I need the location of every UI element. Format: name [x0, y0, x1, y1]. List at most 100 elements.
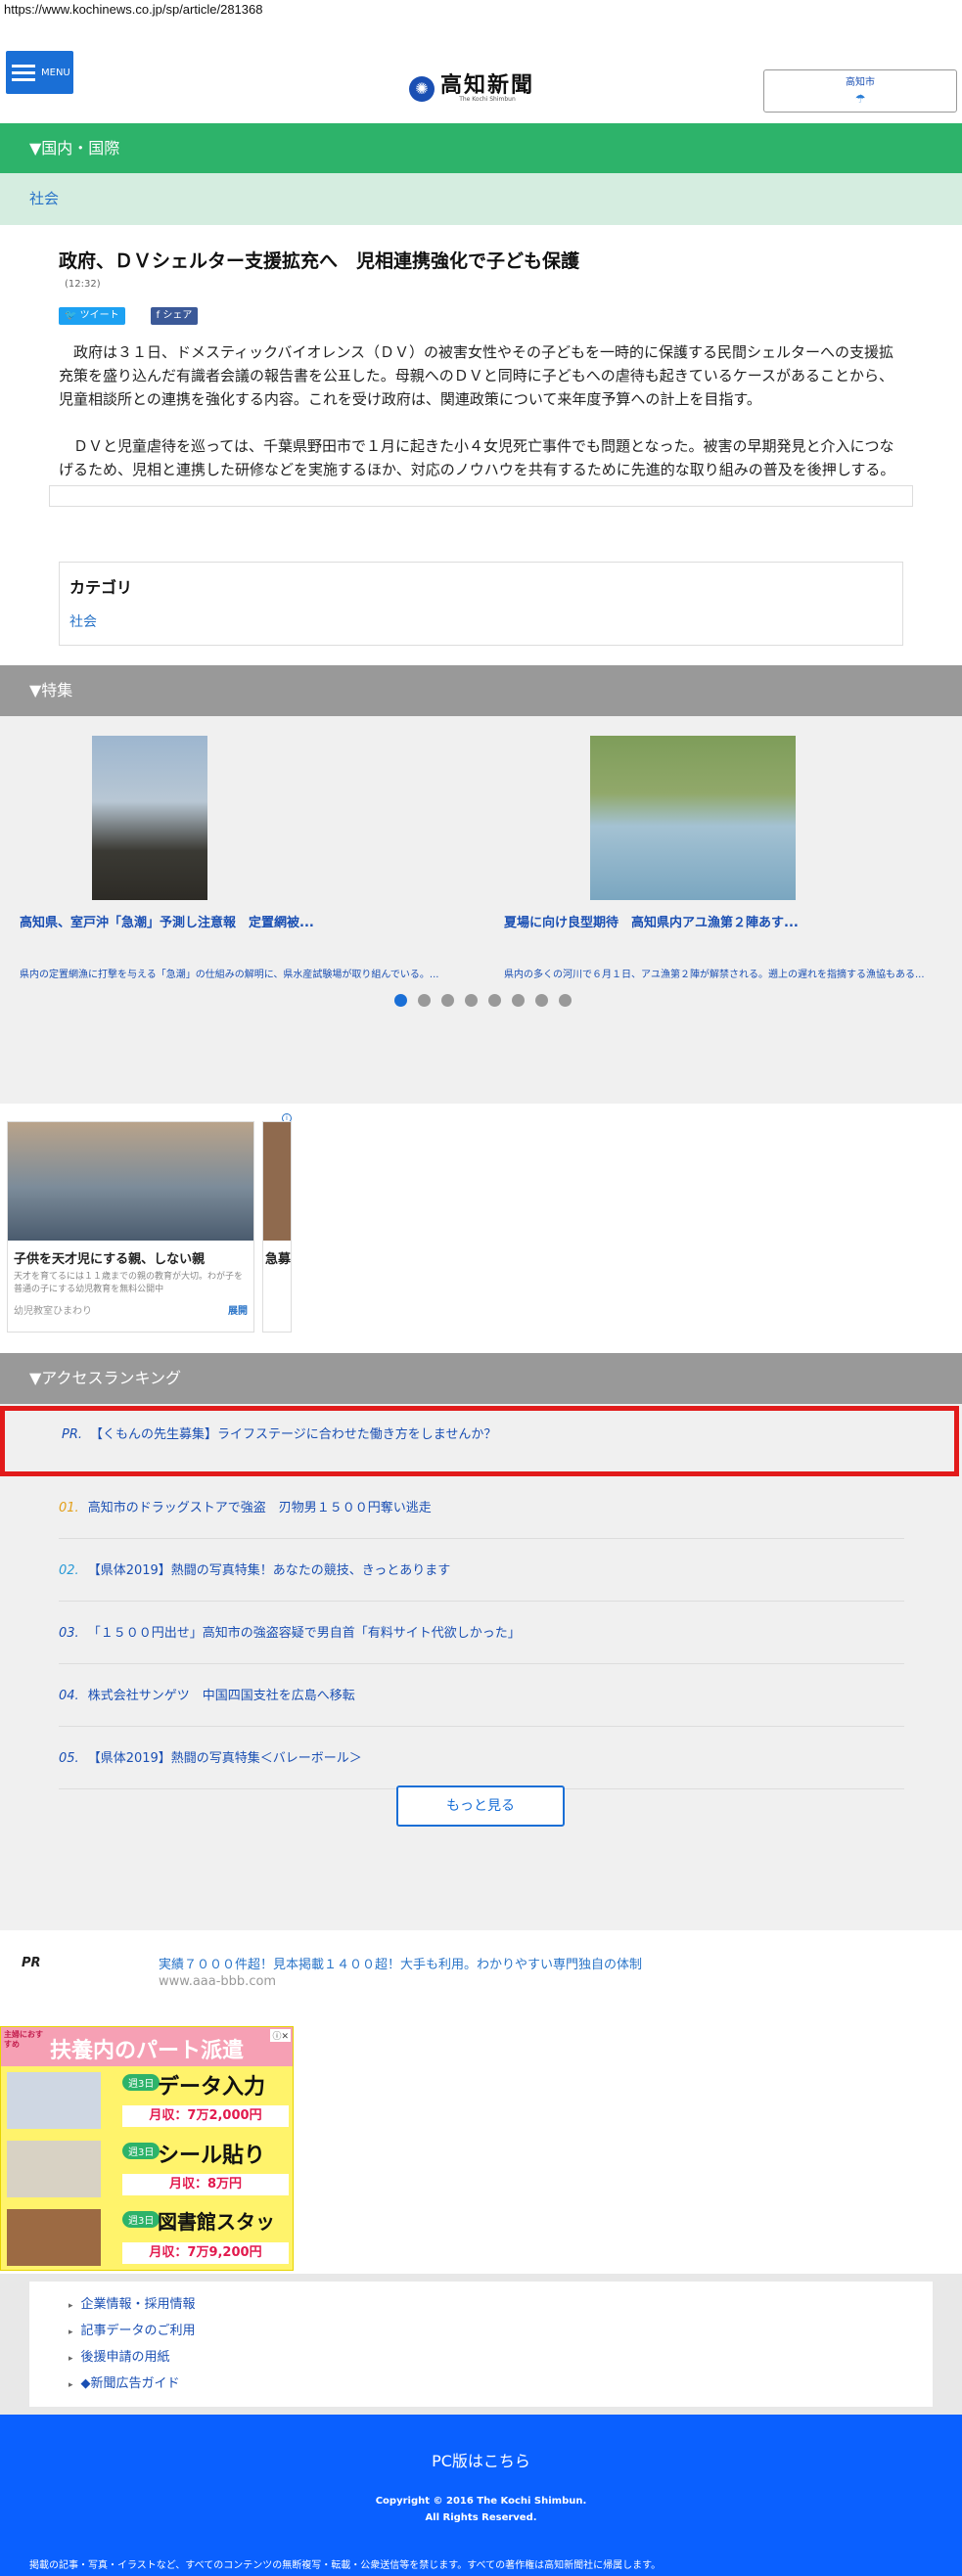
ranking-section: PR. 【くもんの先生募集】ライフステージに合わせた働き方をしませんか？ 01. 高…: [0, 1404, 962, 1930]
pr-ranking-item[interactable]: PR. 【くもんの先生募集】ライフステージに合わせた働き方をしませんか？: [0, 1406, 959, 1476]
site-logo[interactable]: ✺ 高知新聞 The Kochi Shimbun: [409, 74, 534, 103]
text-ad-pr: PR: [22, 1956, 41, 1970]
ranking-number: 02.: [59, 1563, 79, 1578]
banner-headline: 扶養内のパート派遣: [50, 2039, 245, 2063]
ranking-title: 高知市のドラッグストアで強盗 刃物男１５００円奪い逃走: [87, 1501, 432, 1515]
facebook-share-button[interactable]: f シェア: [150, 307, 199, 325]
article-title: 政府、ＤＶシェルター支援拡充へ 児相連携強化で子ども保護: [59, 250, 580, 272]
ad-source: 幼児教室ひまわり: [14, 1306, 92, 1317]
carousel-dot[interactable]: [512, 994, 525, 1007]
pc-version-link[interactable]: PC版はこちら: [0, 2448, 962, 2471]
twitter-icon: 🐦: [65, 310, 77, 321]
ranking-item[interactable]: 01. 高知市のドラッグストアで強盗 刃物男１５００円奪い逃走: [59, 1476, 904, 1539]
feature-title: 夏場に向け良型期待 高知県内アユ漁第２陣あす...: [504, 916, 799, 930]
share-buttons: 🐦 ツイート f シェア: [59, 307, 903, 325]
menu-label: MENU: [41, 67, 70, 78]
carousel-dot[interactable]: [418, 994, 431, 1007]
banner-job: 週3日 図書館スタッフ 月収：7万9,200円: [1, 2203, 293, 2272]
job-tag: 週3日: [122, 2211, 160, 2228]
ranking-title: 【県体2019】熱闘の写真特集＜バレーボール＞: [87, 1751, 362, 1766]
carousel-dot[interactable]: [394, 994, 407, 1007]
copyright-line: Copyright © 2016 The Kochi Shimbun.: [375, 2496, 587, 2507]
text-ad-title[interactable]: 実績７０００件超！見本掲載１４００超！大手も利用。わかりやすい専門独自の体制: [159, 1954, 642, 1972]
carousel-dot[interactable]: [535, 994, 548, 1007]
footer-link[interactable]: 企業情報・採用情報: [69, 2291, 893, 2318]
job-pay: 月収：7万2,000円: [122, 2105, 289, 2127]
article-paragraph: ＤＶと児童虐待を巡っては、千葉県野田市で１月に起きた小４女児死亡事件でも問題とな…: [59, 437, 895, 478]
more-button[interactable]: もっと見る: [396, 1785, 565, 1827]
tweet-label: ツイート: [79, 310, 119, 321]
native-ad-area: i 子供を天才児にする親、しない親 天才を育てるには１１歳までの親の教育が大切。…: [0, 1104, 962, 1353]
logo-emblem-icon: ✺: [409, 75, 435, 102]
article-time: (12:32): [65, 279, 101, 290]
weather-city: 高知市: [846, 77, 875, 88]
carousel-dot[interactable]: [488, 994, 501, 1007]
ranking-item[interactable]: 05. 【県体2019】熱闘の写真特集＜バレーボール＞: [59, 1727, 904, 1789]
ranking-list: 01. 高知市のドラッグストアで強盗 刃物男１５００円奪い逃走 02. 【県体2019…: [59, 1476, 904, 1789]
footer-link[interactable]: 後援申請の用紙: [69, 2344, 893, 2371]
banner-job: 週3日 シール貼り 月収：8万円: [1, 2135, 293, 2203]
feature-title: 高知県、室戸沖「急潮」予測し注意報 定置網被...: [20, 916, 314, 930]
tweet-button[interactable]: 🐦 ツイート: [59, 307, 125, 325]
ranking-item[interactable]: 02. 【県体2019】熱闘の写真特集！あなたの競技、きっとあります: [59, 1539, 904, 1602]
facebook-icon: f: [156, 310, 160, 321]
banner-ad[interactable]: 主婦におすすめ 扶養内のパート派遣 ⓘ✕ 週3日 データ入力 月収：7万2,00…: [0, 2026, 962, 2274]
native-ad-card[interactable]: 急募: [262, 1121, 292, 1333]
carousel-dot[interactable]: [559, 994, 572, 1007]
article: 政府、ＤＶシェルター支援拡充へ 児相連携強化で子ども保護 (12:32) 🐦 ツ…: [0, 247, 962, 481]
feature-card[interactable]: 高知県、室戸沖「急潮」予測し注意報 定置網被... 県内の定置網漁に打撃を与える…: [20, 716, 450, 983]
job-name: シール貼り: [158, 2144, 266, 2168]
url-bar: https://www.kochinews.co.jp/sp/article/2…: [4, 2, 263, 17]
pr-tag: PR.: [62, 1427, 83, 1442]
site-header: MENU ✺ 高知新聞 The Kochi Shimbun 高知市 ☂: [0, 20, 962, 113]
section-header[interactable]: ▼国内・国際: [0, 123, 962, 173]
carousel-dot[interactable]: [465, 994, 478, 1007]
ad-image: [8, 1122, 253, 1241]
copyright-notice: 掲載の記事・写真・イラストなど、すべてのコンテンツの無断複写・転載・公衆送信等を…: [29, 2560, 662, 2571]
weather-widget[interactable]: 高知市 ☂: [763, 69, 957, 113]
menu-button[interactable]: MENU: [6, 51, 73, 94]
feature-card[interactable]: 夏場に向け良型期待 高知県内アユ漁第２陣あす... 県内の多くの河川で６月１日、…: [504, 716, 935, 983]
ad-slot: [49, 485, 913, 507]
logo-text: 高知新聞: [440, 72, 535, 98]
ranking-title: 「１５００円出せ」高知市の強盗容疑で男自首「有料サイト代欲しかった」: [87, 1626, 521, 1641]
feature-image: [590, 736, 796, 900]
ad-image: [263, 1122, 291, 1241]
features-carousel: 高知県、室戸沖「急潮」予測し注意報 定置網被... 県内の定置網漁に打撃を与える…: [0, 716, 962, 1104]
ranking-title: 【県体2019】熱闘の写真特集！あなたの競技、きっとあります: [87, 1563, 451, 1578]
ranking-title: 株式会社サンゲツ 中国四国支社を広島へ移転: [87, 1689, 355, 1703]
subsection-link[interactable]: 社会: [0, 173, 962, 225]
ad-title: 子供を天才児にする親、しない親: [14, 1252, 206, 1267]
native-ad-card[interactable]: 子供を天才児にする親、しない親 天才を育てるには１１歳までの親の教育が大切。わが…: [7, 1121, 254, 1333]
ranking-header: ▼アクセスランキング: [0, 1353, 962, 1404]
carousel-dot[interactable]: [441, 994, 454, 1007]
ranking-number: 03.: [59, 1626, 79, 1641]
rights-line: All Rights Reserved.: [425, 2512, 537, 2523]
ranking-item[interactable]: 04. 株式会社サンゲツ 中国四国支社を広島へ移転: [59, 1664, 904, 1727]
banner-small-text: 主婦におすすめ: [4, 2030, 43, 2049]
share-label: シェア: [162, 310, 193, 321]
ranking-item[interactable]: 03. 「１５００円出せ」高知市の強盗容疑で男自首「有料サイト代欲しかった」: [59, 1602, 904, 1664]
ad-expand-link[interactable]: 展開: [228, 1302, 248, 1317]
category-heading: カテゴリ: [69, 578, 133, 597]
ad-desc: 天才を育てるには１１歳までの親の教育が大切。わが子を普通の子にする幼児教育を無料…: [14, 1272, 244, 1294]
ranking-number: 01.: [59, 1501, 79, 1515]
footer-link[interactable]: 記事データのご利用: [69, 2318, 893, 2344]
text-ad-url: www.aaa-bbb.com: [159, 1974, 277, 1989]
pr-text: 【くもんの先生募集】ライフステージに合わせた働き方をしませんか？: [90, 1427, 497, 1442]
footer-links: 企業情報・採用情報 記事データのご利用 後援申請の用紙 ◆新聞広告ガイド: [0, 2274, 962, 2415]
feature-desc: 県内の定置網漁に打撃を与える「急潮」の仕組みの解明に、県水産試験場が取り組んでい…: [20, 970, 439, 980]
job-photo: [7, 2141, 101, 2197]
article-paragraph: 政府は３１日、ドメスティックバイオレンス（ＤＶ）の被害女性やその子どもを一時的に…: [59, 343, 894, 408]
footer-link[interactable]: ◆新聞広告ガイド: [69, 2371, 893, 2397]
job-photo: [7, 2209, 101, 2266]
category-link[interactable]: 社会: [69, 611, 893, 631]
text-ad[interactable]: PR 実績７０００件超！見本掲載１４００超！大手も利用。わかりやすい専門独自の体…: [0, 1930, 962, 2026]
ad-close-icon[interactable]: ⓘ✕: [270, 2029, 291, 2042]
article-body: 政府は３１日、ドメスティックバイオレンス（ＤＶ）の被害女性やその子どもを一時的に…: [59, 340, 903, 481]
category-box: カテゴリ 社会: [59, 562, 903, 646]
carousel-dots: [394, 994, 582, 1007]
ranking-number: 05.: [59, 1751, 79, 1766]
sun-cloud-icon: ☂: [854, 92, 866, 106]
banner-job: 週3日 データ入力 月収：7万2,000円: [1, 2066, 293, 2135]
